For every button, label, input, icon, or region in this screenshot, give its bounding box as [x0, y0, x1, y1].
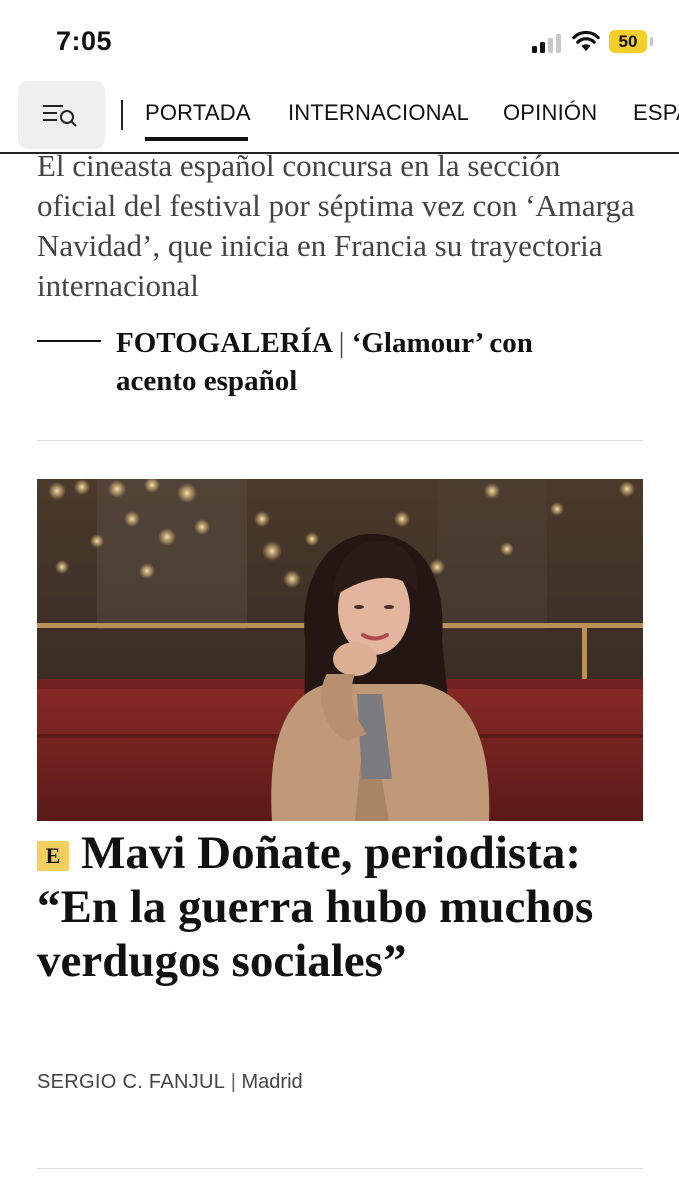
status-bar: 7:05 50 — [0, 0, 679, 76]
tab-portada[interactable]: PORTADA — [145, 100, 251, 126]
related-separator: | — [338, 327, 345, 359]
byline-separator: | — [230, 1071, 236, 1093]
tab-internacional[interactable]: INTERNACIONAL — [288, 100, 469, 126]
menu-search-button[interactable] — [18, 81, 105, 149]
portrait-image — [37, 479, 643, 821]
author-name[interactable]: SERGIO C. FANJUL — [37, 1071, 225, 1093]
article-divider — [37, 440, 643, 441]
section-nav: PORTADA INTERNACIONAL OPINIÓN ESPA — [0, 76, 679, 154]
menu-search-icon — [43, 105, 77, 127]
active-tab-indicator — [145, 137, 248, 141]
tab-opinion[interactable]: OPINIÓN — [503, 100, 597, 126]
dateline-location: Madrid — [241, 1071, 303, 1093]
related-section: FOTOGALERÍA — [116, 327, 332, 359]
cellular-signal-icon — [532, 33, 564, 53]
nav-divider — [121, 100, 123, 130]
related-link[interactable]: FOTOGALERÍA | ‘Glamour’ con acento españ… — [116, 324, 616, 400]
article-summary: El cineasta español concursa en la secci… — [37, 148, 635, 303]
bottom-divider — [37, 1168, 643, 1169]
battery-cap — [650, 37, 653, 46]
battery-icon: 50 — [609, 30, 647, 53]
article-photo[interactable] — [37, 479, 643, 821]
byline: SERGIO C. FANJUL | Madrid — [37, 1071, 303, 1094]
tab-espana[interactable]: ESPA — [633, 100, 679, 126]
status-time: 7:05 — [56, 26, 113, 56]
article-headline[interactable]: Mavi Doñate, periodista: “En la guerra h… — [37, 826, 647, 988]
wifi-icon — [572, 30, 600, 51]
battery-level: 50 — [618, 32, 638, 51]
related-dash — [37, 340, 101, 342]
